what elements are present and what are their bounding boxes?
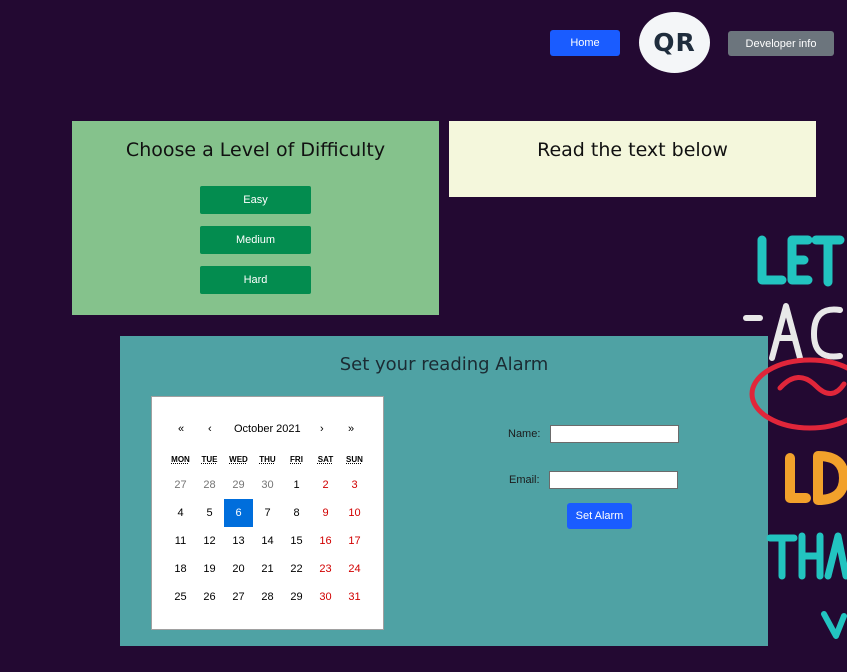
email-input[interactable]: [549, 471, 678, 489]
calendar-day[interactable]: 4: [166, 499, 195, 527]
alarm-panel: Set your reading Alarm « ‹ October 2021 …: [120, 336, 768, 646]
alarm-title: Set your reading Alarm: [339, 354, 549, 375]
previous-month-button[interactable]: ‹: [208, 423, 212, 435]
calendar-day[interactable]: 27: [224, 583, 253, 611]
calendar-day[interactable]: 7: [253, 499, 282, 527]
calendar-day[interactable]: 8: [282, 499, 311, 527]
weekday-header: SAT: [317, 455, 334, 464]
weekday-header: SUN: [346, 455, 363, 464]
calendar-day[interactable]: 29: [282, 583, 311, 611]
calendar-day[interactable]: 24: [340, 555, 369, 583]
calendar-day[interactable]: 27: [166, 471, 195, 499]
calendar-day[interactable]: 1: [282, 471, 311, 499]
weekday-header: THU: [259, 455, 276, 464]
month-label[interactable]: October 2021: [234, 423, 301, 435]
first-month-button[interactable]: «: [178, 423, 184, 435]
calendar-day[interactable]: 14: [253, 527, 282, 555]
developer-info-button[interactable]: Developer info: [728, 31, 834, 56]
calendar-day[interactable]: 5: [195, 499, 224, 527]
reading-panel: Read the text below: [449, 121, 816, 197]
calendar-day[interactable]: 28: [195, 471, 224, 499]
difficulty-title: Choose a Level of Difficulty: [125, 139, 386, 161]
home-button[interactable]: Home: [550, 30, 620, 56]
calendar-day[interactable]: 11: [166, 527, 195, 555]
easy-button[interactable]: Easy: [200, 186, 311, 214]
weekday-header: MON: [171, 455, 190, 464]
email-label: Email:: [509, 474, 540, 486]
next-month-button[interactable]: ›: [320, 423, 324, 435]
calendar-day[interactable]: 3: [340, 471, 369, 499]
calendar-day[interactable]: 20: [224, 555, 253, 583]
calendar-day-selected[interactable]: 6: [224, 499, 253, 527]
calendar-day[interactable]: 2: [311, 471, 340, 499]
difficulty-panel: Choose a Level of Difficulty Easy Medium…: [72, 121, 439, 315]
calendar-day[interactable]: 30: [311, 583, 340, 611]
calendar-day[interactable]: 28: [253, 583, 282, 611]
calendar: « ‹ October 2021 › » MON TUE WED THU FRI SAT S…: [151, 396, 384, 630]
calendar-day[interactable]: 22: [282, 555, 311, 583]
name-input[interactable]: [550, 425, 679, 443]
calendar-day[interactable]: 26: [195, 583, 224, 611]
calendar-day[interactable]: 19: [195, 555, 224, 583]
calendar-day[interactable]: 31: [340, 583, 369, 611]
name-label: Name:: [508, 428, 541, 440]
set-alarm-button[interactable]: Set Alarm: [567, 503, 632, 529]
calendar-day[interactable]: 25: [166, 583, 195, 611]
reading-title: Read the text below: [537, 139, 728, 161]
weekday-header: FRI: [290, 455, 303, 464]
calendar-day[interactable]: 30: [253, 471, 282, 499]
last-month-button[interactable]: »: [348, 423, 354, 435]
calendar-day[interactable]: 18: [166, 555, 195, 583]
qr-logo[interactable]: QR: [639, 12, 710, 73]
calendar-day[interactable]: 23: [311, 555, 340, 583]
weekday-header: WED: [229, 455, 248, 464]
hard-button[interactable]: Hard: [200, 266, 311, 294]
calendar-day[interactable]: 17: [340, 527, 369, 555]
calendar-grid: MON TUE WED THU FRI SAT SUN 27 28 29 30 1 2 3 4 5 6 7 8 9 10…: [166, 455, 369, 611]
calendar-day[interactable]: 10: [340, 499, 369, 527]
medium-button[interactable]: Medium: [200, 226, 311, 254]
calendar-day[interactable]: 21: [253, 555, 282, 583]
calendar-day[interactable]: 13: [224, 527, 253, 555]
calendar-day[interactable]: 15: [282, 527, 311, 555]
calendar-navigation: « ‹ October 2021 › »: [152, 423, 383, 439]
calendar-day[interactable]: 12: [195, 527, 224, 555]
weekday-header: TUE: [201, 455, 218, 464]
decorative-poster-image: [740, 218, 847, 672]
calendar-day[interactable]: 16: [311, 527, 340, 555]
calendar-day[interactable]: 9: [311, 499, 340, 527]
calendar-day[interactable]: 29: [224, 471, 253, 499]
